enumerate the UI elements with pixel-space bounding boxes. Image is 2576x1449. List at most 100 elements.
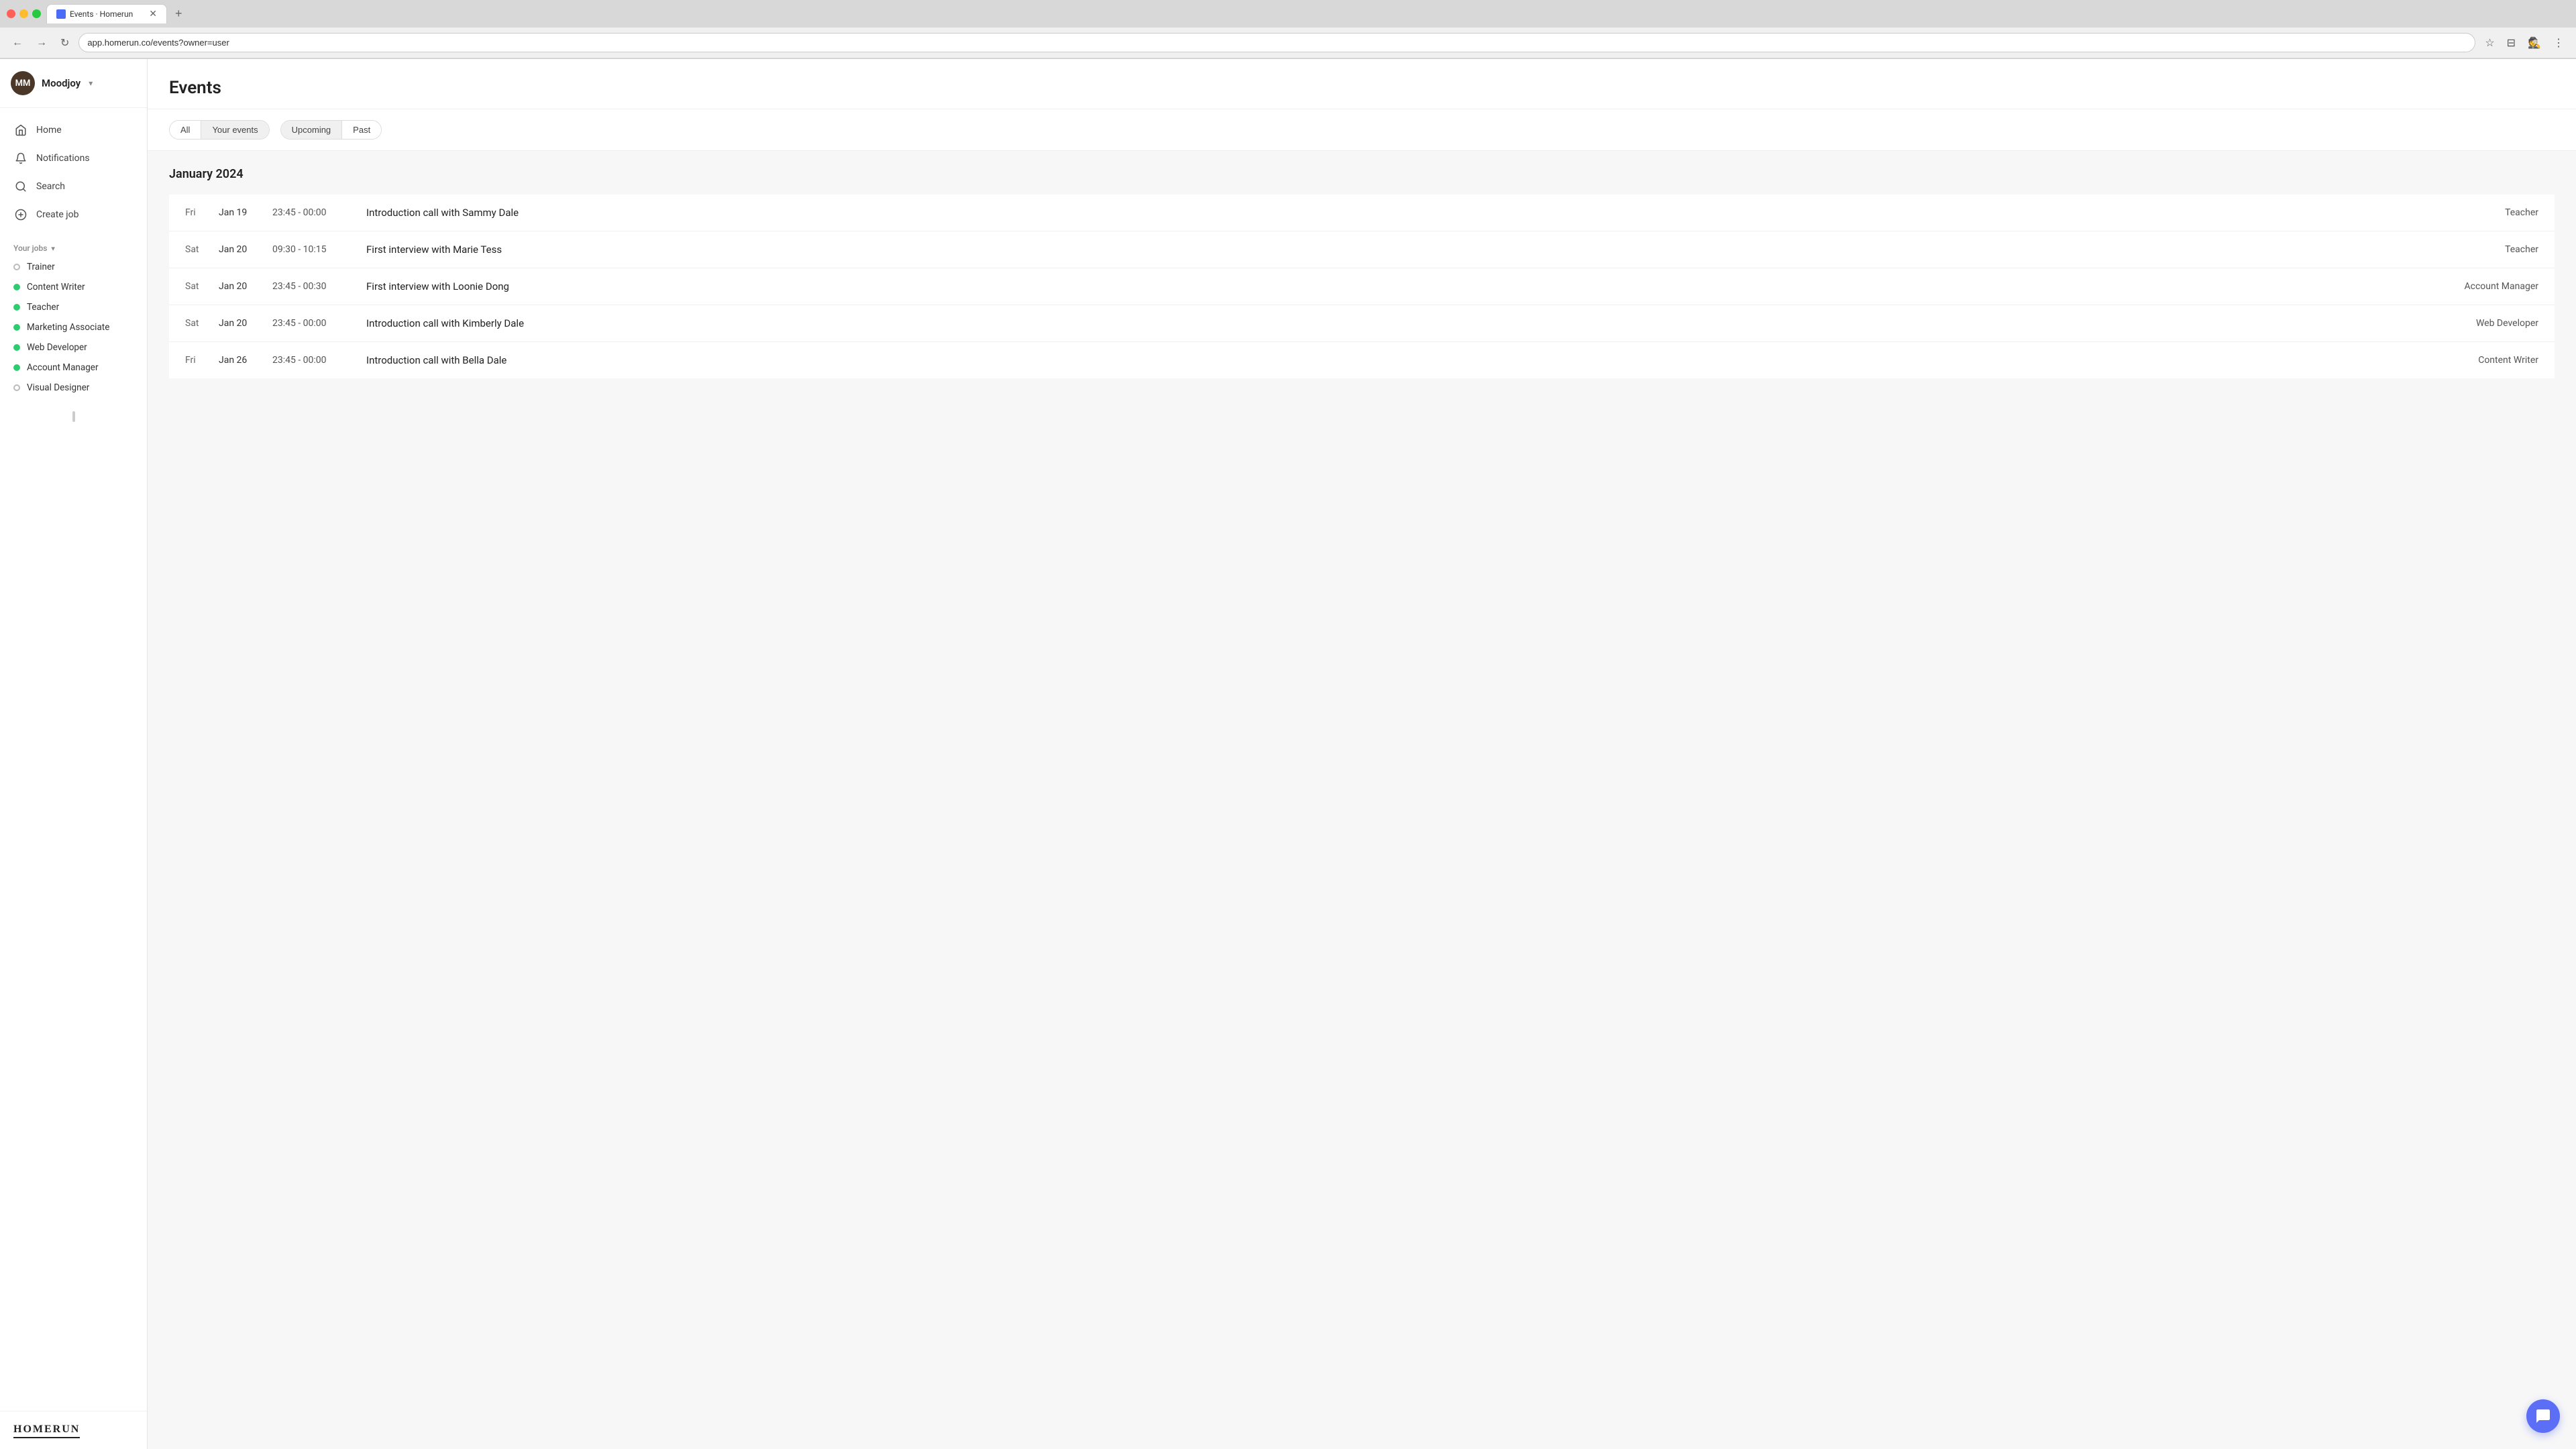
filter-group-ownership: All Your events <box>169 120 270 140</box>
tabs-bar: Events · Homerun ✕ + <box>46 4 2569 23</box>
event-name: Introduction call with Sammy Dale <box>366 207 2404 219</box>
browser-close-btn[interactable] <box>7 9 15 18</box>
event-day: Fri <box>185 355 219 366</box>
search-icon <box>13 179 28 194</box>
event-date: Jan 20 <box>219 318 272 329</box>
sidebar-item-search-label: Search <box>36 181 65 192</box>
page-title: Events <box>169 78 2555 98</box>
browser-minimize-btn[interactable] <box>19 9 28 18</box>
job-item-web-developer[interactable]: Web Developer <box>0 337 147 358</box>
sidebar-item-notifications[interactable]: Notifications <box>0 144 147 172</box>
browser-nav-actions: ☆ ⊟ 🕵 ⋮ <box>2481 34 2568 52</box>
chat-fab-button[interactable] <box>2526 1399 2560 1433</box>
event-name: First interview with Loonie Dong <box>366 280 2404 292</box>
filter-past-button[interactable]: Past <box>342 121 381 139</box>
filter-upcoming-button[interactable]: Upcoming <box>281 121 343 139</box>
tab-favicon <box>56 9 66 19</box>
sidebar: MM Moodjoy ▾ Home <box>0 59 148 1449</box>
homerun-logo: HOMERUN <box>13 1424 80 1438</box>
event-time: 09:30 - 10:15 <box>272 244 366 255</box>
sidebar-item-create-job-label: Create job <box>36 209 78 220</box>
browser-titlebar: Events · Homerun ✕ + <box>0 0 2576 28</box>
job-label-marketing-associate: Marketing Associate <box>27 322 109 333</box>
event-date: Jan 26 <box>219 355 272 366</box>
event-name: Introduction call with Kimberly Dale <box>366 317 2404 329</box>
job-item-trainer[interactable]: Trainer <box>0 257 147 277</box>
user-menu-chevron: ▾ <box>89 78 93 88</box>
job-label-visual-designer: Visual Designer <box>27 382 89 393</box>
new-tab-button[interactable]: + <box>170 4 188 23</box>
sidebar-item-search[interactable]: Search <box>0 172 147 201</box>
user-name: Moodjoy <box>42 77 80 89</box>
browser-controls <box>7 9 41 18</box>
event-row[interactable]: Fri Jan 19 23:45 - 00:00 Introduction ca… <box>169 195 2555 231</box>
sidebar-item-create-job[interactable]: Create job <box>0 201 147 229</box>
sidebar-item-notifications-label: Notifications <box>36 153 90 164</box>
tab-close-icon[interactable]: ✕ <box>149 9 157 19</box>
job-dot-content-writer <box>13 284 20 290</box>
event-row[interactable]: Sat Jan 20 23:45 - 00:30 First interview… <box>169 268 2555 305</box>
main-content: Events All Your events Upcoming Past Jan… <box>148 59 2576 1449</box>
main-header: Events <box>148 59 2576 109</box>
forward-button[interactable]: → <box>32 34 51 52</box>
bookmark-button[interactable]: ☆ <box>2481 34 2498 52</box>
sidebar-nav: Home Notifications Searc <box>0 108 147 237</box>
filter-group-time: Upcoming Past <box>280 120 382 140</box>
event-row[interactable]: Fri Jan 26 23:45 - 00:00 Introduction ca… <box>169 342 2555 378</box>
incognito-button[interactable]: 🕵 <box>2524 34 2545 52</box>
job-label-web-developer: Web Developer <box>27 342 87 353</box>
jobs-list: Trainer Content Writer Teacher Marketing… <box>0 257 147 406</box>
sidebar-footer: HOMERUN <box>0 1411 147 1449</box>
plus-circle-icon <box>13 207 28 222</box>
browser-maximize-btn[interactable] <box>32 9 41 18</box>
event-day: Sat <box>185 281 219 292</box>
home-icon <box>13 123 28 138</box>
job-item-marketing-associate[interactable]: Marketing Associate <box>0 317 147 337</box>
filter-all-button[interactable]: All <box>170 121 201 139</box>
jobs-section-label: Your jobs ▾ <box>0 237 147 257</box>
refresh-button[interactable]: ↻ <box>56 34 73 52</box>
sidebar-item-home-label: Home <box>36 125 62 136</box>
filter-your-events-button[interactable]: Your events <box>201 121 268 139</box>
event-job: Teacher <box>2404 207 2538 218</box>
month-label: January 2024 <box>169 167 2555 195</box>
active-tab[interactable]: Events · Homerun ✕ <box>46 4 167 23</box>
jobs-chevron-icon: ▾ <box>51 244 55 253</box>
bell-icon <box>13 151 28 166</box>
event-date: Jan 20 <box>219 281 272 292</box>
job-label-account-manager: Account Manager <box>27 362 99 373</box>
events-table: Fri Jan 19 23:45 - 00:00 Introduction ca… <box>169 195 2555 378</box>
browser-chrome: Events · Homerun ✕ + ← → ↻ ☆ ⊟ 🕵 ⋮ <box>0 0 2576 59</box>
sidebar-item-home[interactable]: Home <box>0 116 147 144</box>
event-row[interactable]: Sat Jan 20 23:45 - 00:00 Introduction ca… <box>169 305 2555 342</box>
event-name: Introduction call with Bella Dale <box>366 354 2404 366</box>
back-button[interactable]: ← <box>8 34 27 52</box>
event-time: 23:45 - 00:30 <box>272 281 366 292</box>
filter-bar: All Your events Upcoming Past <box>148 109 2576 151</box>
job-item-visual-designer[interactable]: Visual Designer <box>0 378 147 398</box>
sidebar-header[interactable]: MM Moodjoy ▾ <box>0 59 147 108</box>
event-time: 23:45 - 00:00 <box>272 355 366 366</box>
job-dot-teacher <box>13 304 20 311</box>
event-day: Sat <box>185 244 219 255</box>
job-label-teacher: Teacher <box>27 302 59 313</box>
user-avatar: MM <box>11 71 35 95</box>
menu-button[interactable]: ⋮ <box>2549 34 2568 52</box>
job-label-content-writer: Content Writer <box>27 282 85 292</box>
job-dot-visual-designer <box>13 384 20 391</box>
split-view-button[interactable]: ⊟ <box>2503 34 2520 52</box>
event-day: Sat <box>185 318 219 329</box>
job-item-content-writer[interactable]: Content Writer <box>0 277 147 297</box>
event-date: Jan 20 <box>219 244 272 255</box>
event-row[interactable]: Sat Jan 20 09:30 - 10:15 First interview… <box>169 231 2555 268</box>
job-dot-account-manager <box>13 364 20 371</box>
job-item-account-manager[interactable]: Account Manager <box>0 358 147 378</box>
job-item-teacher[interactable]: Teacher <box>0 297 147 317</box>
event-time: 23:45 - 00:00 <box>272 207 366 218</box>
event-job: Account Manager <box>2404 281 2538 292</box>
job-dot-web-developer <box>13 344 20 351</box>
address-bar[interactable] <box>78 33 2475 52</box>
event-date: Jan 19 <box>219 207 272 218</box>
event-day: Fri <box>185 207 219 218</box>
event-job: Web Developer <box>2404 318 2538 329</box>
